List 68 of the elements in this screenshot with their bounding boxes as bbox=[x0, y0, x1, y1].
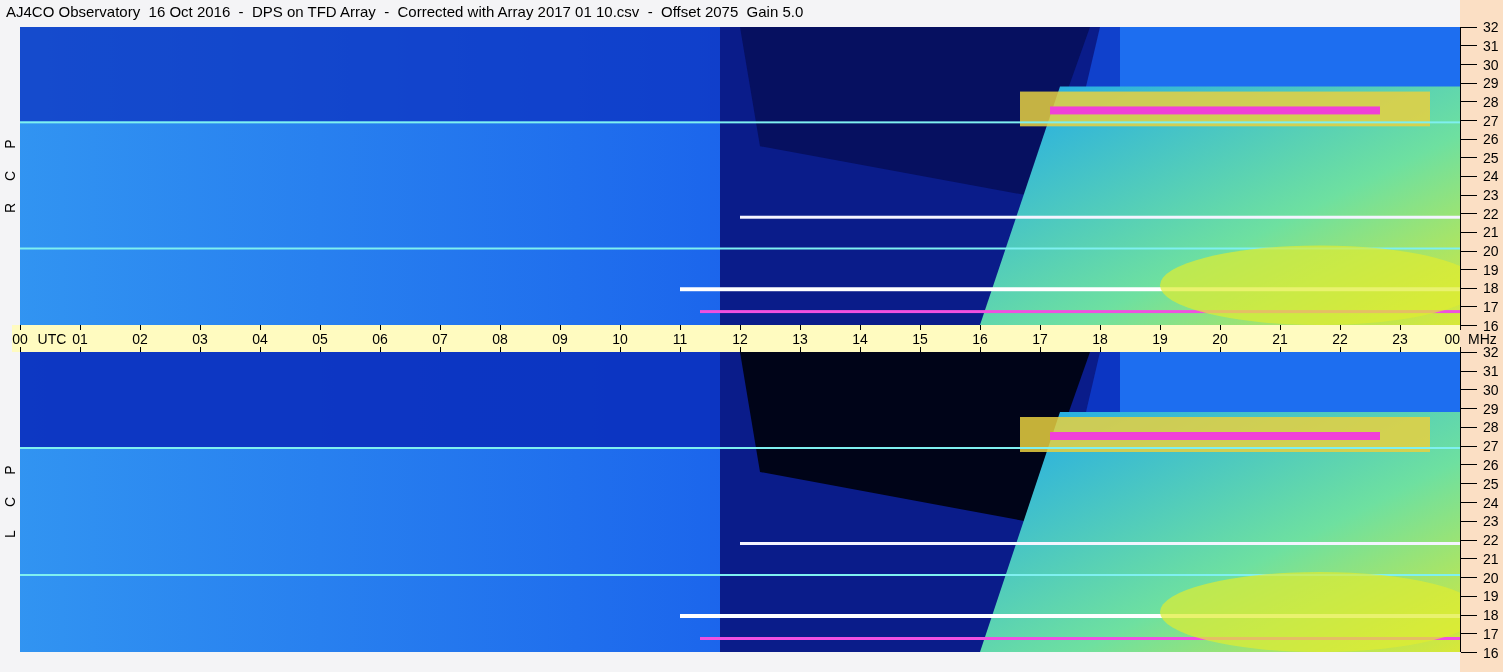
frequency-tick-label: 24 bbox=[1483, 169, 1499, 184]
hour-label: 09 bbox=[552, 331, 568, 346]
hour-label: 23 bbox=[1392, 331, 1408, 346]
frequency-tick-label: 29 bbox=[1483, 401, 1499, 416]
frequency-tick-label: 25 bbox=[1483, 150, 1499, 165]
frequency-tick-label: 26 bbox=[1483, 132, 1499, 147]
frequency-tick-label: 18 bbox=[1483, 281, 1499, 296]
time-zone-label: UTC bbox=[37, 331, 67, 346]
hour-label: 17 bbox=[1032, 331, 1048, 346]
frequency-tick-label: 17 bbox=[1483, 299, 1499, 314]
polarization-label: C bbox=[3, 170, 17, 182]
frequency-tick-label: 23 bbox=[1483, 514, 1499, 529]
hour-label: 11 bbox=[672, 331, 688, 346]
frequency-tick-label: 30 bbox=[1483, 57, 1499, 72]
hour-label: 07 bbox=[432, 331, 448, 346]
hour-label: 14 bbox=[852, 331, 868, 346]
frequency-tick-label: 22 bbox=[1483, 533, 1499, 548]
frequency-tick-label: 29 bbox=[1483, 76, 1499, 91]
hour-label: 00 bbox=[12, 331, 28, 346]
hour-label: 19 bbox=[1152, 331, 1168, 346]
frequency-tick-label: 25 bbox=[1483, 476, 1499, 491]
hour-label: 02 bbox=[132, 331, 148, 346]
hour-label: 16 bbox=[972, 331, 988, 346]
polarization-label: P bbox=[3, 139, 17, 149]
frequency-tick-label: 19 bbox=[1483, 589, 1499, 604]
hour-label: 18 bbox=[1092, 331, 1108, 346]
frequency-tick-label: 18 bbox=[1483, 608, 1499, 623]
frequency-tick-label: 32 bbox=[1483, 20, 1499, 35]
frequency-tick-label: 21 bbox=[1483, 551, 1499, 566]
frequency-tick-label: 23 bbox=[1483, 188, 1499, 203]
hour-label: 21 bbox=[1272, 331, 1288, 346]
frequency-tick-label: 31 bbox=[1483, 38, 1499, 53]
hour-label: 03 bbox=[192, 331, 208, 346]
hour-label: 01 bbox=[72, 331, 88, 346]
frequency-tick-label: 22 bbox=[1483, 206, 1499, 221]
hour-label: 22 bbox=[1332, 331, 1348, 346]
frequency-tick-label: 28 bbox=[1483, 420, 1499, 435]
frequency-tick-label: 27 bbox=[1483, 113, 1499, 128]
frequency-tick-label: 27 bbox=[1483, 439, 1499, 454]
frequency-tick-label: 16 bbox=[1483, 318, 1499, 333]
frequency-unit: MHz bbox=[1468, 331, 1497, 346]
frequency-tick-label: 26 bbox=[1483, 457, 1499, 472]
polarization-label: P bbox=[3, 465, 17, 475]
frequency-tick-label: 31 bbox=[1483, 364, 1499, 379]
frequency-tick-label: 20 bbox=[1483, 570, 1499, 585]
hour-label: 15 bbox=[912, 331, 928, 346]
hour-label: 06 bbox=[372, 331, 388, 346]
frequency-tick-label: 20 bbox=[1483, 244, 1499, 258]
frequency-tick-label: 28 bbox=[1483, 94, 1499, 109]
hour-label: 08 bbox=[492, 331, 508, 346]
polarization-label: R bbox=[3, 202, 17, 214]
frequency-tick-label: 19 bbox=[1483, 262, 1499, 277]
polarization-label: C bbox=[3, 496, 17, 508]
frequency-tick-label: 21 bbox=[1483, 225, 1499, 240]
frequency-tick-label: 32 bbox=[1483, 345, 1499, 360]
frequency-tick-label: 16 bbox=[1483, 645, 1499, 660]
chart-title: AJ4CO Observatory 16 Oct 2016 - DPS on TFD Array - Corrected with Array 2017 01 10.csv - Offset 2075 Gain 5.0 bbox=[5, 2, 804, 20]
hour-label: 04 bbox=[252, 331, 268, 346]
hour-label: 12 bbox=[732, 331, 748, 346]
frequency-tick-label: 30 bbox=[1483, 382, 1499, 397]
hour-label: 10 bbox=[612, 331, 628, 346]
frequency-tick-label: 17 bbox=[1483, 626, 1499, 641]
hour-label: 13 bbox=[792, 331, 808, 346]
hour-label: 20 bbox=[1212, 331, 1228, 346]
polarization-label: L bbox=[3, 530, 17, 538]
hour-label: 00 bbox=[1444, 331, 1460, 346]
hour-label: 05 bbox=[312, 331, 328, 346]
frequency-tick-label: 24 bbox=[1483, 495, 1499, 510]
